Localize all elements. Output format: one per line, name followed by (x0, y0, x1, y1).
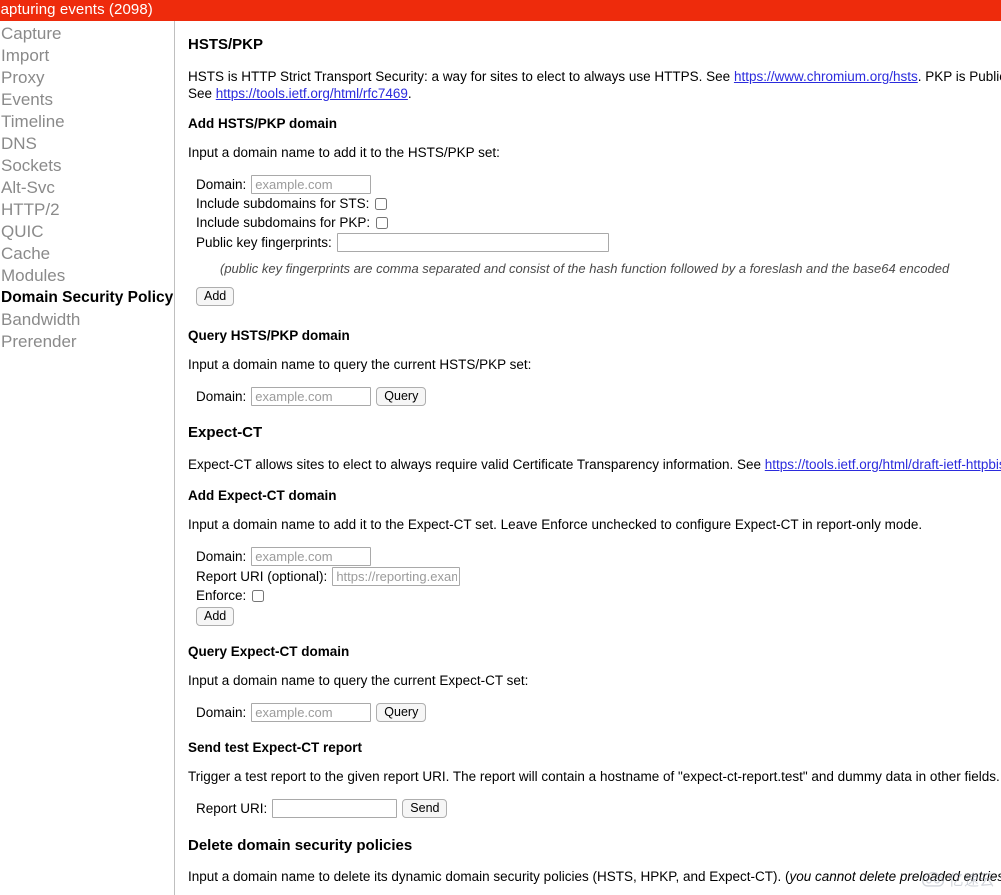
query-expect-ct-button[interactable]: Query (376, 703, 427, 722)
sidebar-item-bandwidth[interactable]: Bandwidth (0, 309, 174, 331)
send-report-uri-label: Report URI: (196, 800, 268, 816)
main-content: HSTS/PKP HSTS is HTTP Strict Transport S… (176, 21, 1001, 895)
chromium-hsts-link[interactable]: https://www.chromium.org/hsts (734, 69, 918, 84)
add-hsts-domain-label: Domain: (196, 176, 247, 192)
query-expect-ct-row: Domain: Query (196, 703, 1001, 722)
add-hsts-button[interactable]: Add (196, 287, 235, 306)
add-expect-ct-enforce-checkbox[interactable] (252, 590, 265, 602)
add-hsts-pkp-label: Include subdomains for PKP: (196, 215, 371, 230)
add-expect-ct-domain-label: Domain: (196, 548, 247, 564)
add-hsts-domain-row: Domain: (196, 175, 1001, 194)
query-hsts-domain-input[interactable] (251, 387, 372, 406)
sidebar-item-sockets[interactable]: Sockets (0, 155, 174, 177)
sidebar-item-alt-svc[interactable]: Alt-Svc (0, 177, 174, 199)
expect-ct-desc-text: Expect-CT allows sites to elect to alway… (188, 457, 765, 472)
add-expect-ct-form: Domain: Report URI (optional): Enforce: … (196, 547, 1001, 626)
sidebar-item-import[interactable]: Import (0, 45, 174, 67)
add-hsts-sts-checkbox[interactable] (375, 198, 388, 210)
add-hsts-form: Domain: Include subdomains for STS: Incl… (196, 175, 1001, 306)
add-expect-ct-domain-input[interactable] (251, 547, 372, 566)
capture-status-text: capturing events (2098) (0, 1, 153, 18)
net-internals-page: capturing events (2098) Capture Import Pro… (0, 0, 1001, 895)
sidebar: Capture Import Proxy Events Timeline DNS Socke… (0, 21, 175, 895)
add-expect-ct-report-uri-input[interactable] (332, 567, 461, 586)
expect-ct-section-title: Expect-CT (188, 424, 263, 441)
delete-instruction-italic: you cannot delete preloaded entries (789, 869, 1001, 884)
sidebar-item-proxy[interactable]: Proxy (0, 67, 174, 89)
query-hsts-domain-label: Domain: (196, 388, 247, 404)
add-hsts-pkp-checkbox[interactable] (376, 217, 389, 229)
add-hsts-heading: Add HSTS/PKP domain (188, 116, 338, 131)
hsts-desc-text-3: See (188, 86, 216, 101)
expect-ct-description: Expect-CT allows sites to elect to alway… (188, 456, 1001, 473)
sidebar-item-dns[interactable]: DNS (0, 133, 174, 155)
delete-instruction-text: Input a domain name to delete its dynami… (188, 869, 790, 884)
sidebar-item-domain-security-policy[interactable]: Domain Security Policy (0, 287, 174, 309)
sidebar-item-capture[interactable]: Capture (0, 23, 174, 45)
add-expect-ct-enforce-label: Enforce: (196, 588, 247, 603)
hsts-desc-text-1: HSTS is HTTP Strict Transport Security: … (188, 69, 734, 84)
add-hsts-sts-row: Include subdomains for STS: (196, 195, 1001, 213)
send-report-button[interactable]: Send (402, 799, 448, 818)
query-hsts-heading: Query HSTS/PKP domain (188, 328, 350, 343)
query-hsts-instruction: Input a domain name to query the current… (188, 357, 532, 372)
rfc7469-link[interactable]: https://tools.ietf.org/html/rfc7469 (216, 86, 408, 101)
sidebar-item-prerender[interactable]: Prerender (0, 331, 174, 353)
sidebar-item-modules[interactable]: Modules (0, 265, 174, 287)
query-hsts-row: Domain: Query (196, 387, 1001, 406)
add-expect-ct-report-uri-label: Report URI (optional): (196, 568, 328, 584)
send-report-row: Report URI: Send (196, 799, 1001, 818)
add-expect-ct-instruction: Input a domain name to add it to the Exp… (188, 517, 923, 532)
expect-ct-draft-link[interactable]: https://tools.ietf.org/html/draft-ietf-h… (765, 457, 1001, 472)
add-expect-ct-heading: Add Expect-CT domain (188, 488, 337, 503)
add-expect-ct-domain-row: Domain: (196, 547, 1001, 566)
sidebar-item-http-2[interactable]: HTTP/2 (0, 199, 174, 221)
sidebar-item-events[interactable]: Events (0, 89, 174, 111)
hsts-desc-text-4: . (407, 86, 412, 101)
send-report-heading: Send test Expect-CT report (188, 740, 363, 755)
delete-section-heading: Delete domain security policies (188, 837, 413, 854)
send-report-uri-input[interactable] (272, 799, 398, 818)
query-expect-ct-domain-label: Domain: (196, 704, 247, 720)
add-expect-ct-button[interactable]: Add (196, 607, 235, 626)
hsts-desc-text-2: . PKP is Public Key Pin (917, 69, 1001, 84)
capture-status-bar: capturing events (2098) (0, 0, 1001, 21)
add-expect-ct-report-uri-row: Report URI (optional): (196, 567, 1001, 586)
add-hsts-sts-label: Include subdomains for STS: (196, 196, 370, 211)
query-expect-ct-domain-input[interactable] (251, 703, 372, 722)
sidebar-item-timeline[interactable]: Timeline (0, 111, 174, 133)
delete-instruction: Input a domain name to delete its dynami… (188, 868, 1001, 885)
query-expect-ct-instruction: Input a domain name to query the current… (188, 673, 529, 688)
add-expect-ct-enforce-row: Enforce: (196, 587, 1001, 605)
sidebar-item-cache[interactable]: Cache (0, 243, 174, 265)
add-hsts-instruction: Input a domain name to add it to the HST… (188, 145, 500, 160)
add-hsts-fingerprints-input[interactable] (336, 233, 609, 252)
add-hsts-domain-input[interactable] (251, 175, 372, 194)
query-expect-ct-heading: Query Expect-CT domain (188, 644, 350, 659)
add-hsts-fingerprints-label: Public key fingerprints: (196, 234, 332, 250)
fingerprints-note: (public key fingerprints are comma separ… (220, 261, 950, 276)
hsts-section-title: HSTS/PKP (188, 36, 264, 53)
add-hsts-pkp-row: Include subdomains for PKP: (196, 214, 1001, 232)
sidebar-item-quic[interactable]: QUIC (0, 221, 174, 243)
send-report-instruction: Trigger a test report to the given repor… (188, 769, 1000, 784)
query-hsts-button[interactable]: Query (376, 387, 427, 406)
add-hsts-fingerprints-row: Public key fingerprints: (196, 233, 1001, 252)
hsts-description: HSTS is HTTP Strict Transport Security: … (188, 68, 1001, 102)
